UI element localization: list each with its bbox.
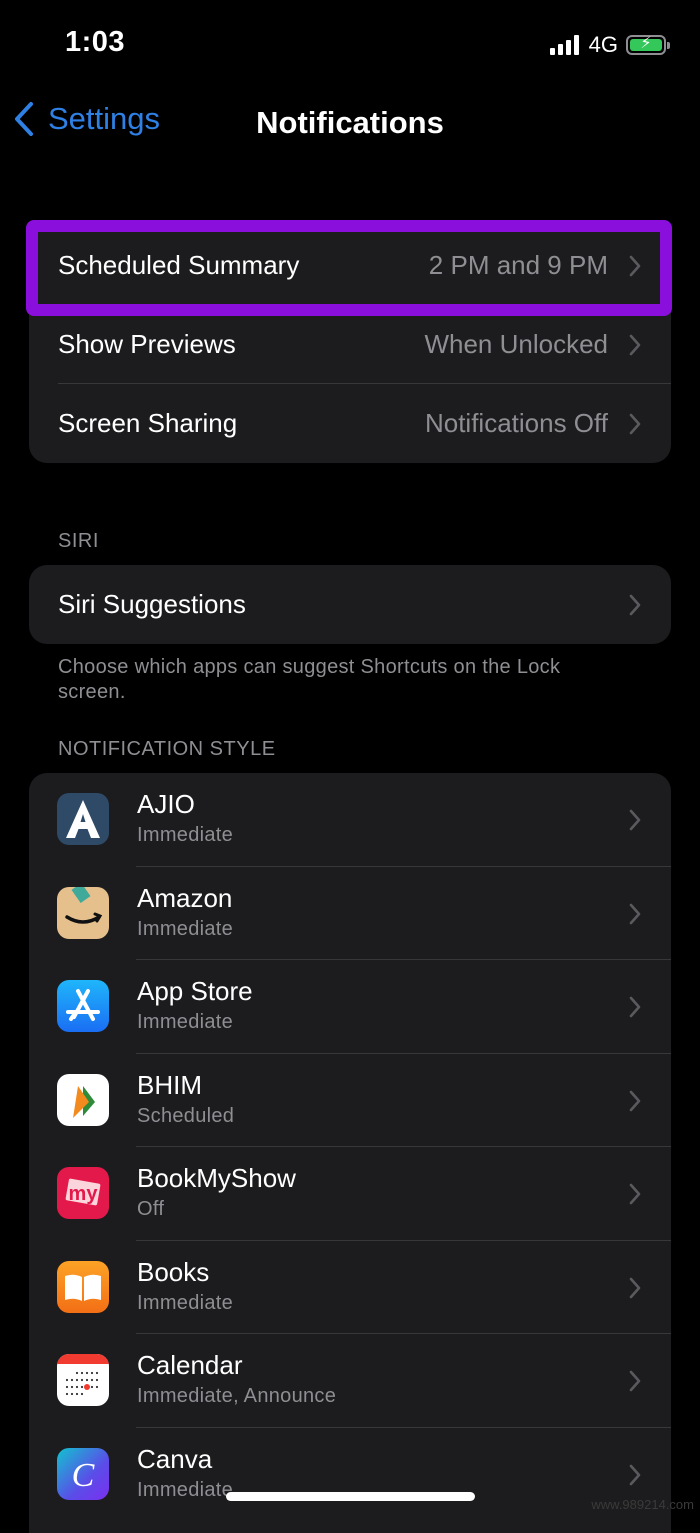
- row-value: When Unlocked: [424, 329, 608, 359]
- status-time: 1:03: [65, 26, 126, 58]
- navigation-bar: Settings Notifications: [0, 95, 700, 155]
- siri-group: Siri Suggestions: [29, 565, 671, 644]
- chevron-right-icon: [629, 903, 641, 924]
- page-title: Notifications: [256, 105, 444, 140]
- chevron-right-icon: [629, 413, 641, 434]
- chevron-right-icon: [629, 1183, 641, 1205]
- app-notification-status: Immediate: [137, 1011, 234, 1033]
- app-notification-status: Immediate: [137, 1291, 234, 1314]
- app-name: BookMyShow: [137, 1163, 296, 1193]
- app-notification-status: Off: [137, 1198, 165, 1220]
- app-name: AJIO: [137, 789, 195, 819]
- row-value: 2 PM and 9 PM: [428, 250, 608, 280]
- chevron-right-icon: [629, 594, 641, 615]
- app-name: Canva: [137, 1443, 213, 1474]
- chevron-right-icon: [629, 255, 641, 276]
- app-row-bookmyshow[interactable]: my BookMyShow Off: [29, 1147, 671, 1241]
- row-label: Siri Suggestions: [58, 589, 246, 619]
- ajio-icon: [57, 793, 109, 845]
- home-indicator[interactable]: [226, 1492, 475, 1501]
- battery-charging-icon: ⚡: [626, 35, 670, 55]
- app-row-calendar[interactable]: Calendar Immediate, Announce: [29, 1334, 671, 1428]
- app-row-ajio[interactable]: AJIO Immediate: [29, 773, 671, 867]
- network-type: 4G: [588, 32, 618, 57]
- chevron-right-icon: [629, 1464, 641, 1485]
- row-value: Notifications Off: [424, 408, 608, 438]
- show-previews-row[interactable]: Show Previews When Unlocked: [29, 305, 671, 384]
- app-notification-status: Scheduled: [137, 1104, 235, 1127]
- app-name: App Store: [137, 976, 253, 1006]
- app-notification-status: Immediate, Announce: [137, 1385, 337, 1407]
- status-bar: 1:03 4G ⚡: [0, 0, 700, 90]
- chevron-right-icon: [629, 996, 641, 1018]
- app-notification-status: Immediate: [137, 824, 234, 846]
- chevron-right-icon: [629, 1090, 641, 1111]
- bhim-icon: [57, 1073, 109, 1126]
- siri-suggestions-row[interactable]: Siri Suggestions: [29, 565, 671, 644]
- app-name: Amazon: [137, 882, 233, 913]
- chevron-right-icon: [629, 1277, 641, 1298]
- chevron-right-icon: [629, 334, 641, 355]
- row-label: Show Previews: [58, 329, 236, 359]
- siri-footer-note: Choose which apps can suggest Shortcuts …: [58, 656, 561, 703]
- general-settings-group: Scheduled Summary 2 PM and 9 PM Show Pre…: [29, 226, 671, 463]
- app-list-group: AJIO Immediate Amazon Immediate App Stor…: [29, 773, 671, 1533]
- row-label: Screen Sharing: [58, 408, 238, 438]
- books-icon: [57, 1260, 109, 1313]
- canva-icon: C: [57, 1447, 109, 1500]
- app-row-app-store[interactable]: App Store Immediate: [29, 960, 671, 1054]
- chevron-right-icon: [629, 809, 641, 831]
- app-row-amazon[interactable]: Amazon Immediate: [29, 867, 671, 960]
- row-label: Scheduled Summary: [58, 250, 300, 280]
- siri-section-header: SIRI: [58, 530, 99, 552]
- app-notification-status: Immediate: [137, 917, 234, 940]
- app-row-canva[interactable]: C Canva Immediate: [29, 1428, 671, 1522]
- svg-text:C: C: [72, 1457, 95, 1494]
- app-name: Books: [137, 1256, 210, 1287]
- app-store-icon: [57, 980, 109, 1032]
- scheduled-summary-row[interactable]: Scheduled Summary 2 PM and 9 PM: [29, 226, 671, 305]
- app-notification-status: Immediate: [137, 1478, 234, 1501]
- bookmyshow-icon: my: [57, 1167, 109, 1219]
- screen-sharing-row[interactable]: Screen Sharing Notifications Off: [29, 384, 671, 463]
- status-indicators: 4G ⚡: [549, 32, 670, 58]
- watermark: www.989214.com: [591, 1497, 694, 1512]
- app-name: BHIM: [137, 1069, 202, 1100]
- amazon-icon: [57, 886, 109, 939]
- cellular-signal-icon: [549, 35, 579, 55]
- notification-style-header: NOTIFICATION STYLE: [58, 738, 276, 760]
- svg-text:my: my: [69, 1183, 99, 1205]
- chevron-right-icon: [629, 1370, 641, 1392]
- app-name: Calendar: [137, 1350, 243, 1380]
- calendar-icon: [57, 1354, 109, 1406]
- app-row-bhim[interactable]: BHIM Scheduled: [29, 1054, 671, 1147]
- app-row-books[interactable]: Books Immediate: [29, 1241, 671, 1334]
